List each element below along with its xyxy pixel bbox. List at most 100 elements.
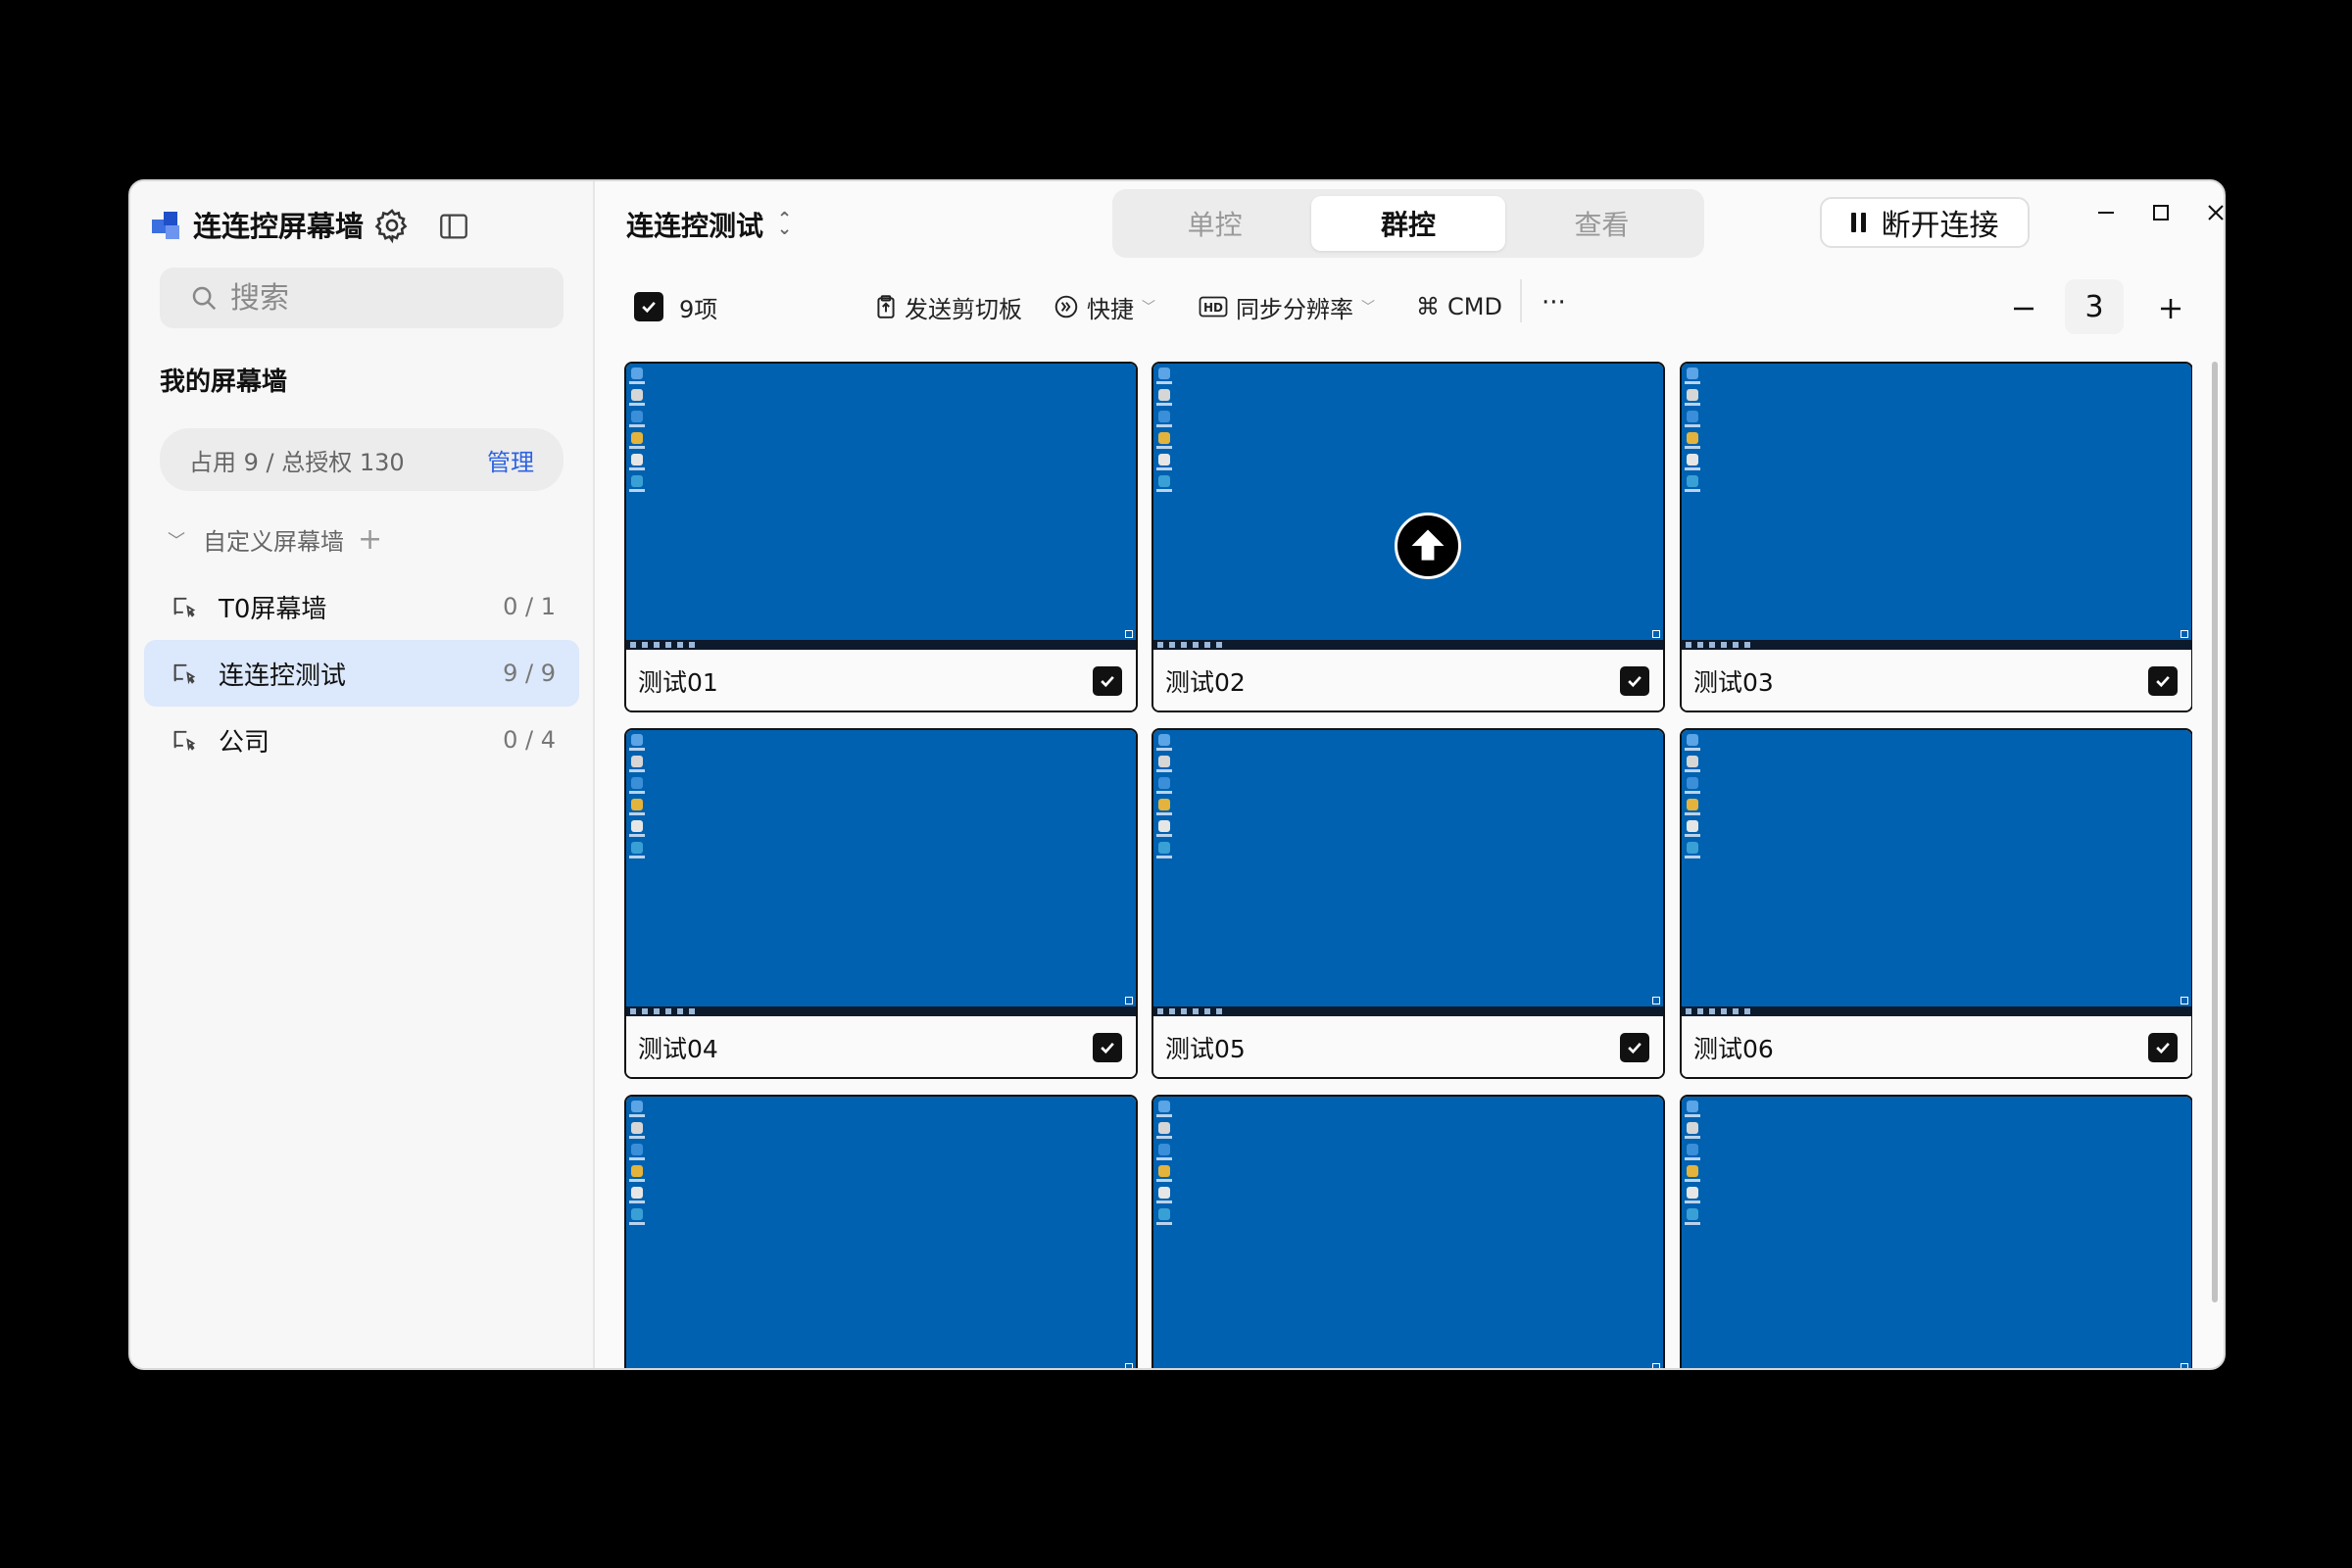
taskbar-app-icon xyxy=(1204,1008,1210,1014)
remote-desktop-thumbnail[interactable] xyxy=(626,364,1136,650)
search-box[interactable] xyxy=(160,268,564,328)
desktop-shortcut-label xyxy=(1156,381,1172,384)
wall-item-test[interactable]: 连连控测试 9 / 9 xyxy=(144,640,579,707)
tab-view[interactable]: 查看 xyxy=(1505,196,1698,251)
desktop-shortcut-label xyxy=(629,1114,645,1117)
pause-icon xyxy=(1850,213,1866,232)
minimize-icon[interactable] xyxy=(2086,193,2126,232)
desktop-shortcut-label xyxy=(629,1157,645,1160)
columns-value[interactable]: 3 xyxy=(2065,279,2124,334)
screen-tile[interactable]: 测试06 xyxy=(1680,728,2192,1079)
desktop-shortcut-icon xyxy=(1158,777,1170,789)
desktop-shortcut-label xyxy=(1685,381,1700,384)
screen-tile[interactable]: 测试01 xyxy=(624,362,1138,712)
remote-desktop-thumbnail[interactable] xyxy=(1682,1097,2191,1368)
desktop-shortcut-label xyxy=(1685,403,1700,406)
close-icon[interactable] xyxy=(2196,193,2224,232)
desktop-shortcut-icon xyxy=(1158,820,1170,832)
wall-item-company[interactable]: 公司 0 / 4 xyxy=(144,707,579,773)
cmd-label: CMD xyxy=(1447,293,1502,320)
disconnect-button[interactable]: 断开连接 xyxy=(1820,197,2030,248)
desktop-shortcut-label xyxy=(1685,1200,1700,1203)
sidebar-toggle-icon[interactable] xyxy=(434,207,473,246)
desktop-shortcut-icon xyxy=(1158,1187,1170,1199)
remote-desktop-thumbnail[interactable] xyxy=(1153,364,1663,650)
desktop-shortcut-label xyxy=(1156,489,1172,492)
checkbox-checked-icon[interactable] xyxy=(634,292,663,321)
custom-wall-group[interactable]: ﹀ 自定义屏幕墙 + xyxy=(168,522,382,557)
checkbox-checked-icon[interactable] xyxy=(1620,666,1649,696)
cmd-button[interactable]: ⌘ CMD xyxy=(1416,289,1502,324)
wall-icon xyxy=(173,663,196,685)
desktop-shortcut-label xyxy=(629,1200,645,1203)
group-label: 自定义屏幕墙 xyxy=(203,528,344,556)
screen-tile[interactable]: 测试05 xyxy=(1152,728,1665,1079)
checkbox-checked-icon[interactable] xyxy=(2148,666,2178,696)
desktop-shortcut-icon xyxy=(631,1165,643,1177)
screen-tile[interactable]: 测试03 xyxy=(1680,362,2192,712)
tab-group-control[interactable]: 群控 xyxy=(1311,196,1505,251)
remote-desktop-thumbnail[interactable] xyxy=(1682,364,2191,650)
wall-selector[interactable]: 连连控测试 ⌃ ⌄ xyxy=(626,205,792,244)
checkbox-checked-icon[interactable] xyxy=(1093,1033,1122,1062)
sidebar: 连连控屏幕墙 我的屏幕墙 占用 9 / 总授权 130 管理 ﹀ 自定义屏幕墙 … xyxy=(130,181,595,1368)
checkbox-checked-icon[interactable] xyxy=(1093,666,1122,696)
more-button[interactable]: ··· xyxy=(1542,285,1566,320)
taskbar xyxy=(1153,1006,1663,1016)
screen-tile[interactable] xyxy=(1152,1095,1665,1368)
screen-tile[interactable] xyxy=(624,1095,1138,1368)
maximize-icon[interactable] xyxy=(2141,193,2180,232)
tab-single-control[interactable]: 单控 xyxy=(1118,196,1311,251)
desktop-shortcut-label xyxy=(629,769,645,772)
wall-item-t0[interactable]: T0屏幕墙 0 / 1 xyxy=(144,573,579,640)
select-all[interactable]: 9项 xyxy=(634,289,717,324)
desktop-shortcut-icon xyxy=(1687,1144,1698,1155)
remote-desktop-thumbnail[interactable] xyxy=(626,730,1136,1016)
taskbar-app-icon xyxy=(1169,642,1175,648)
wall-item-label: T0屏幕墙 xyxy=(219,594,327,624)
zoom-in-icon[interactable] xyxy=(2151,289,2190,328)
desktop-shortcut-label xyxy=(1156,1157,1172,1160)
desktop-shortcut-icon xyxy=(1158,411,1170,422)
gear-icon[interactable] xyxy=(371,205,413,246)
desktop-shortcut-icon xyxy=(1687,1208,1698,1220)
desktop-shortcut-label xyxy=(629,1222,645,1225)
taskbar-app-icon xyxy=(654,642,660,648)
remote-desktop-thumbnail[interactable] xyxy=(1153,1097,1663,1368)
sync-resolution-dropdown[interactable]: HD 同步分辨率 ﹀ xyxy=(1199,289,1375,324)
remote-desktop-thumbnail[interactable] xyxy=(626,1097,1136,1368)
remote-desktop-thumbnail[interactable] xyxy=(1153,730,1663,1016)
scrollbar[interactable] xyxy=(2212,362,2218,1302)
desktop-shortcut-icon xyxy=(1158,1165,1170,1177)
desktop-shortcut-icon xyxy=(1687,454,1698,466)
desktop-shortcut-label xyxy=(1156,834,1172,837)
desktop-shortcut-label xyxy=(1156,856,1172,858)
desktop-shortcut-label xyxy=(1685,1136,1700,1139)
desktop-shortcut-icon xyxy=(631,820,643,832)
desktop-shortcut-label xyxy=(1685,769,1700,772)
add-wall-icon[interactable]: + xyxy=(358,524,382,555)
desktop-shortcut-icon xyxy=(1158,756,1170,767)
screen-tile[interactable]: 测试04 xyxy=(624,728,1138,1079)
desktop-shortcut-label xyxy=(629,812,645,815)
remote-desktop-thumbnail[interactable] xyxy=(1682,730,2191,1016)
shortcut-dropdown[interactable]: 快捷 ﹀ xyxy=(1054,289,1155,324)
zoom-out-icon[interactable] xyxy=(2004,289,2043,328)
tile-name: 测试03 xyxy=(1693,668,1774,697)
desktop-shortcut-label xyxy=(629,1179,645,1182)
chevron-down-icon: ﹀ xyxy=(1361,300,1375,316)
desktop-shortcut-label xyxy=(1685,489,1700,492)
desktop-shortcut-icon xyxy=(1158,1208,1170,1220)
taskbar-app-icon xyxy=(665,642,671,648)
taskbar-app-icon xyxy=(1686,1008,1691,1014)
checkbox-checked-icon[interactable] xyxy=(1620,1033,1649,1062)
desktop-shortcut-label xyxy=(1156,1136,1172,1139)
manage-link[interactable]: 管理 xyxy=(487,443,534,477)
desktop-shortcut-label xyxy=(1685,791,1700,794)
desktop-shortcut-icon xyxy=(631,454,643,466)
screen-tile[interactable] xyxy=(1680,1095,2192,1368)
checkbox-checked-icon[interactable] xyxy=(2148,1033,2178,1062)
desktop-shortcut-icon xyxy=(1687,799,1698,810)
search-input[interactable] xyxy=(230,280,524,316)
send-clipboard-button[interactable]: 发送剪切板 xyxy=(875,289,1022,324)
